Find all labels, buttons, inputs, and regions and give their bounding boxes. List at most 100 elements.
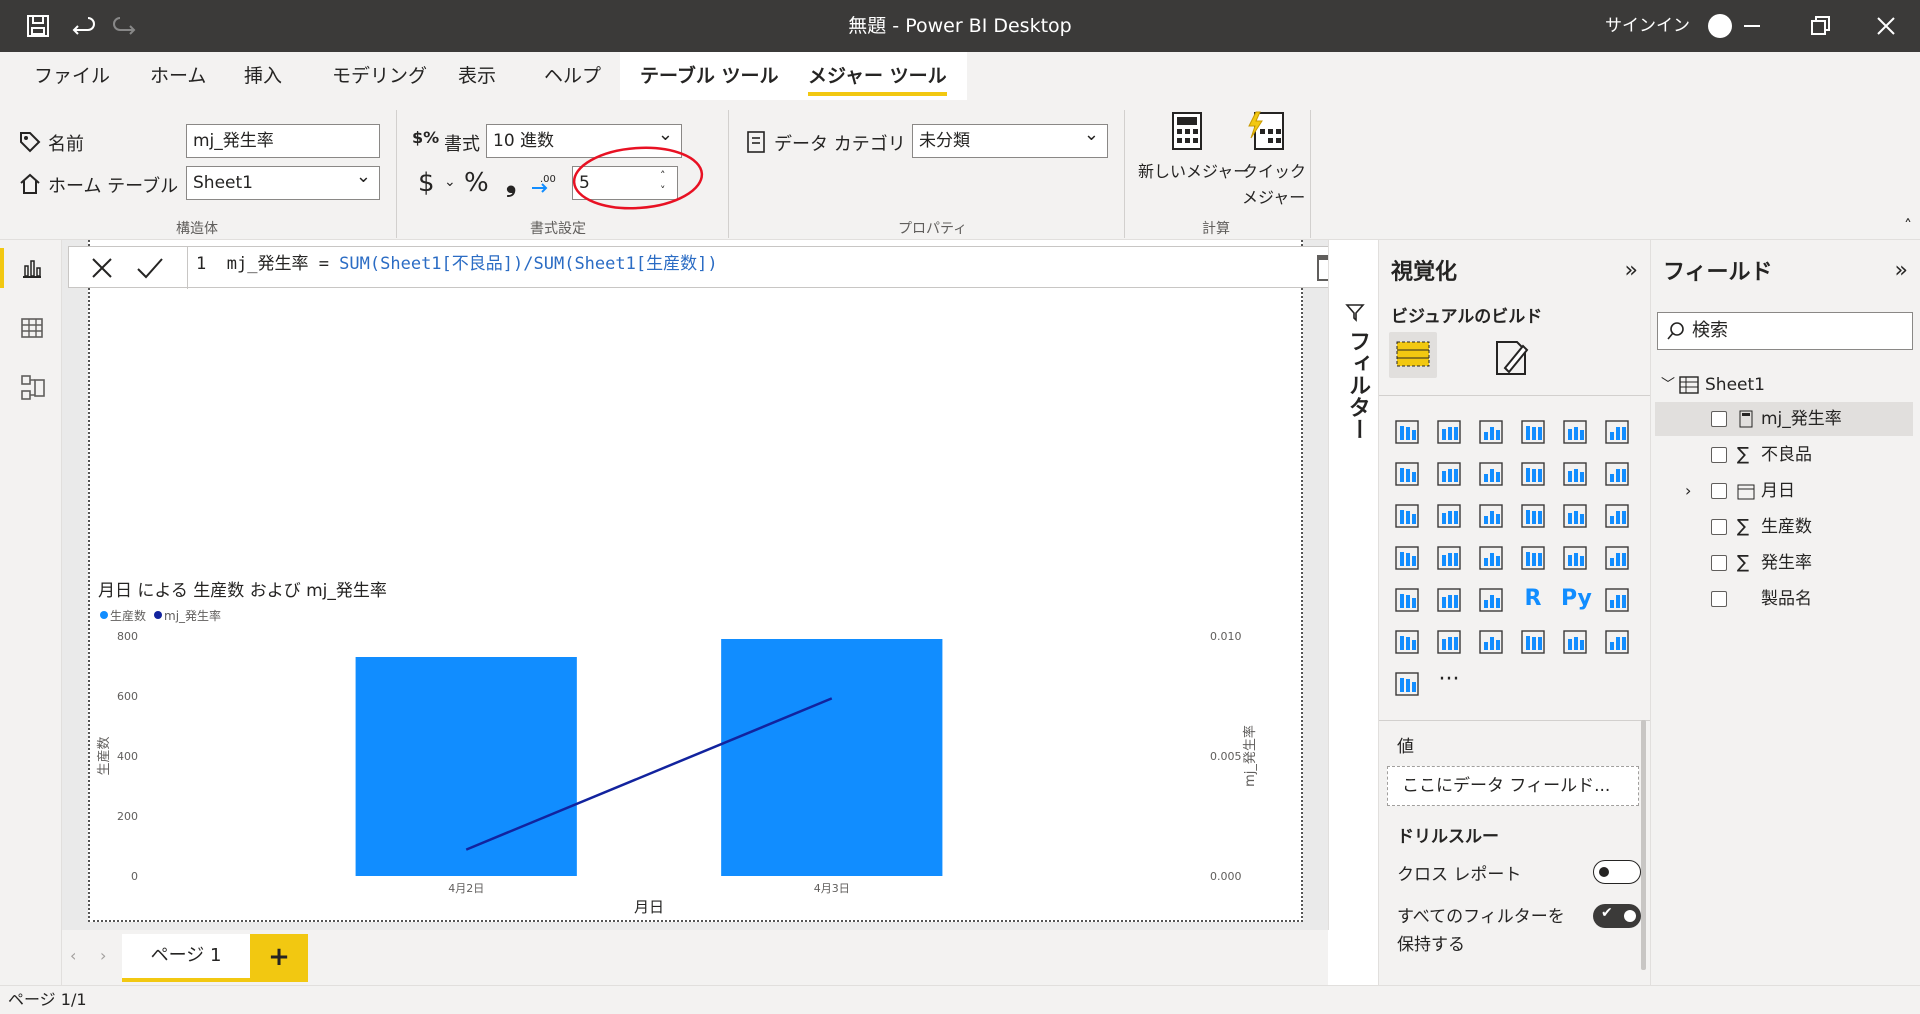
collapse-ribbon-icon[interactable]: ˄ <box>1904 216 1912 235</box>
avatar[interactable] <box>1708 14 1732 38</box>
tab-measure-tools[interactable]: メジャー ツール <box>788 52 967 100</box>
report-page[interactable]: 月日 による 生産数 および mj_発生率 生産数 mj_発生率 0 200 400 600… <box>88 240 1303 922</box>
close-icon[interactable] <box>1872 12 1900 40</box>
line-chart-icon[interactable] <box>1393 460 1421 488</box>
line-clustered-icon[interactable] <box>1561 460 1589 488</box>
field-checkbox[interactable] <box>1711 447 1727 463</box>
report-view-icon[interactable] <box>20 256 44 280</box>
combo-chart[interactable]: 月日 による 生産数 および mj_発生率生産数 mj_発生率 0 200 400 600… <box>90 240 1301 920</box>
restore-icon[interactable] <box>1806 12 1834 40</box>
pie-chart-icon[interactable] <box>1519 502 1547 530</box>
add-page-button[interactable]: + <box>250 934 308 982</box>
scatter-icon[interactable] <box>1477 502 1505 530</box>
stacked-area-icon[interactable] <box>1477 460 1505 488</box>
calculator-icon[interactable] <box>1170 110 1204 152</box>
field-checkbox[interactable] <box>1711 519 1727 535</box>
new-measure-button[interactable]: 新しいメジャー <box>1138 158 1249 182</box>
cancel-formula-icon[interactable] <box>89 255 115 281</box>
quick-measure-icon[interactable] <box>1246 110 1286 152</box>
collapse-viz-icon[interactable]: » <box>1625 258 1638 283</box>
gauge-icon[interactable] <box>1477 544 1505 572</box>
tab-file[interactable]: ファイル <box>34 52 110 100</box>
field-search-box[interactable]: 検索 <box>1657 312 1913 350</box>
dax-formula-input[interactable]: 1 mj_発生率 = SUM(Sheet1[不良品])/SUM(Sheet1[生… <box>187 247 1187 289</box>
filled-map-icon[interactable] <box>1435 544 1463 572</box>
percent-button[interactable]: % <box>464 168 489 198</box>
field-checkbox[interactable] <box>1711 591 1727 607</box>
donut-chart-icon[interactable] <box>1561 502 1589 530</box>
tab-table-tools[interactable]: テーブル ツール <box>620 52 799 100</box>
field-date[interactable]: › 月日 <box>1655 474 1913 508</box>
chevron-down-icon[interactable]: ⌄ <box>444 174 456 190</box>
smart-narrative-icon[interactable] <box>1519 628 1547 656</box>
table-row-sheet1[interactable]: ﹀ Sheet1 <box>1655 368 1913 402</box>
waterfall-icon[interactable] <box>1393 502 1421 530</box>
100-column-icon[interactable] <box>1603 418 1631 446</box>
kpi-icon[interactable] <box>1603 544 1631 572</box>
clustered-bar-icon[interactable] <box>1477 418 1505 446</box>
line-column-icon[interactable] <box>1519 460 1547 488</box>
ribbon-chart-icon[interactable] <box>1603 460 1631 488</box>
commit-formula-icon[interactable] <box>135 255 165 281</box>
data-category-select[interactable]: 未分類 <box>912 119 1108 158</box>
area-chart-icon[interactable] <box>1435 460 1463 488</box>
tab-view[interactable]: 表示 <box>458 52 496 100</box>
field-production[interactable]: ∑ 生産数 <box>1655 510 1913 544</box>
build-visual-tab[interactable] <box>1389 332 1437 378</box>
tab-home[interactable]: ホーム <box>150 52 206 100</box>
format-visual-icon[interactable] <box>1491 338 1531 378</box>
field-defects[interactable]: ∑ 不良品 <box>1655 438 1913 472</box>
stacked-column-icon[interactable] <box>1435 418 1463 446</box>
cross-report-toggle[interactable] <box>1593 860 1641 884</box>
collapse-fields-icon[interactable]: » <box>1895 258 1908 283</box>
tab-help[interactable]: ヘルプ <box>544 52 601 100</box>
currency-button[interactable]: $ <box>418 168 435 198</box>
chevron-right-icon[interactable]: › <box>1685 474 1691 508</box>
decomposition-tree-icon[interactable] <box>1393 628 1421 656</box>
minimize-icon[interactable] <box>1738 12 1766 40</box>
table-icon[interactable] <box>1435 586 1463 614</box>
qa-icon[interactable] <box>1435 628 1463 656</box>
page-tab-1[interactable]: ページ 1 <box>122 934 250 982</box>
power-automate-icon[interactable] <box>1603 628 1631 656</box>
tab-modeling[interactable]: モデリング <box>332 52 427 100</box>
map-icon[interactable] <box>1393 544 1421 572</box>
slicer-icon[interactable] <box>1393 586 1421 614</box>
field-product-name[interactable]: 製品名 <box>1655 582 1913 616</box>
python-visual-icon[interactable]: Py <box>1561 586 1592 614</box>
stacked-bar-icon[interactable] <box>1393 418 1421 446</box>
r-visual-icon[interactable]: R <box>1519 586 1547 614</box>
tab-insert[interactable]: 挿入 <box>244 52 282 100</box>
field-checkbox[interactable] <box>1711 483 1727 499</box>
matrix-icon[interactable] <box>1477 586 1505 614</box>
treemap-icon[interactable] <box>1603 502 1631 530</box>
funnel-icon[interactable] <box>1435 502 1463 530</box>
values-drop-zone[interactable]: ここにデータ フィールド... <box>1387 766 1639 806</box>
multi-row-card-icon[interactable] <box>1561 544 1589 572</box>
field-checkbox[interactable] <box>1711 555 1727 571</box>
home-table-select[interactable]: Sheet1 <box>186 161 380 200</box>
keep-filters-toggle[interactable]: ✔ <box>1593 904 1641 928</box>
prev-page-icon[interactable]: ‹ <box>70 946 76 965</box>
field-mj-rate[interactable]: mj_発生率 <box>1655 402 1913 436</box>
signin-link[interactable]: サインイン <box>1605 0 1690 52</box>
power-apps-icon[interactable] <box>1561 628 1589 656</box>
card-icon[interactable] <box>1519 544 1547 572</box>
next-page-icon[interactable]: › <box>100 946 106 965</box>
field-rate[interactable]: ∑ 発生率 <box>1655 546 1913 580</box>
filters-pane-collapsed[interactable]: フィルター <box>1328 240 1378 930</box>
key-influencers-icon[interactable] <box>1603 586 1631 614</box>
more-visuals-icon[interactable]: ··· <box>1435 669 1463 698</box>
field-checkbox[interactable] <box>1711 411 1727 427</box>
clustered-column-icon[interactable] <box>1519 418 1547 446</box>
paginated-report-icon[interactable] <box>1477 628 1505 656</box>
viz-scrollbar[interactable] <box>1641 720 1646 970</box>
100-bar-icon[interactable] <box>1561 418 1589 446</box>
data-view-icon[interactable] <box>20 316 44 340</box>
power-automate-flow-icon[interactable] <box>1393 670 1421 698</box>
name-input[interactable]: mj_発生率 <box>186 124 380 158</box>
quick-measure-label-2[interactable]: メジャー <box>1242 184 1305 208</box>
quick-measure-label-1[interactable]: クイック <box>1242 158 1306 182</box>
model-view-icon[interactable] <box>20 374 46 402</box>
comma-button[interactable]: ❟ <box>506 168 516 199</box>
